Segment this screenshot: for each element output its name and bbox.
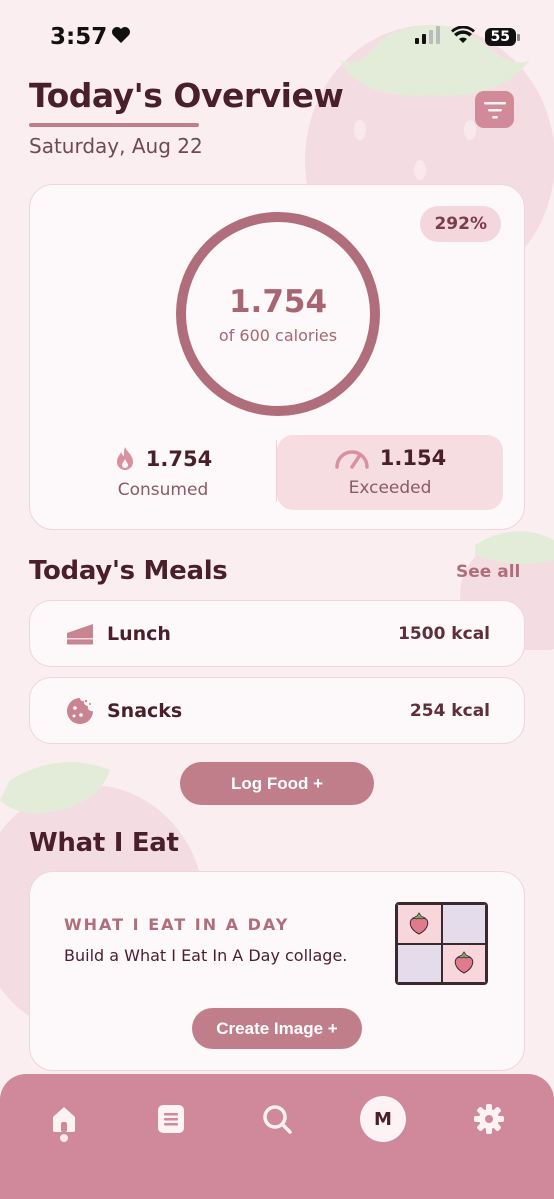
collage-cell xyxy=(441,904,486,944)
collage-card-description: Build a What I Eat In A Day collage. xyxy=(64,946,348,965)
collage-card-heading: WHAT I EAT IN A DAY xyxy=(64,915,290,934)
status-time: 3:57 xyxy=(50,24,131,50)
meal-name: Lunch xyxy=(107,622,171,645)
what-i-eat-section-title: What I Eat xyxy=(29,828,179,858)
percent-badge: 292% xyxy=(420,206,501,242)
status-icons: 55 xyxy=(414,25,521,48)
log-food-button[interactable]: Log Food + xyxy=(180,762,374,805)
bottom-tab-bar: M xyxy=(0,1074,554,1199)
exceeded-label: Exceeded xyxy=(348,478,432,498)
clock: 3:57 xyxy=(50,24,108,50)
collage-cell xyxy=(441,943,486,983)
consumed-label: Consumed xyxy=(117,480,209,500)
cookie-icon xyxy=(65,696,95,726)
strawberry-icon xyxy=(454,951,473,974)
calorie-progress-ring: 1.754 of 600 calories xyxy=(176,212,380,416)
wifi-icon xyxy=(450,25,475,48)
home-icon xyxy=(53,1107,75,1132)
collage-cell xyxy=(397,943,442,983)
search-icon xyxy=(263,1105,292,1134)
create-image-button[interactable]: Create Image + xyxy=(192,1008,362,1049)
meal-kcal: 254 kcal xyxy=(409,700,490,721)
tab-search[interactable] xyxy=(253,1095,301,1143)
avatar: M xyxy=(360,1096,406,1142)
tab-log[interactable] xyxy=(147,1095,195,1143)
exceeded-value: 1.154 xyxy=(379,446,447,470)
filter-button[interactable] xyxy=(475,91,514,128)
consumed-stat: 1.754 Consumed xyxy=(50,435,276,510)
consumed-value: 1.754 xyxy=(145,447,213,471)
collage-preview-image xyxy=(395,902,488,985)
tab-settings[interactable] xyxy=(465,1095,513,1143)
meal-name: Snacks xyxy=(107,699,183,722)
calorie-overview-card: 292% 1.754 of 600 calories 1.754 Consume… xyxy=(29,184,525,530)
calorie-goal-text: of 600 calories xyxy=(218,325,338,345)
gauge-icon xyxy=(335,450,369,469)
title-underline xyxy=(29,123,199,127)
list-icon xyxy=(158,1105,184,1133)
settings-icon xyxy=(474,1104,504,1134)
page-title: Today's Overview xyxy=(29,76,344,115)
filter-icon xyxy=(483,101,506,118)
meals-section-title: Today's Meals xyxy=(29,556,228,586)
meal-kcal: 1500 kcal xyxy=(398,623,490,644)
heart-icon xyxy=(111,24,131,50)
signal-icon xyxy=(414,26,441,48)
cake-slice-icon xyxy=(65,619,95,649)
active-tab-indicator xyxy=(60,1134,68,1142)
tab-profile[interactable]: M xyxy=(359,1095,407,1143)
flame-icon xyxy=(116,447,133,470)
exceeded-stat: 1.154 Exceeded xyxy=(277,435,503,510)
status-bar: 3:57 55 xyxy=(0,0,554,74)
meal-item-snacks[interactable]: Snacks 254 kcal xyxy=(29,677,525,744)
meal-item-lunch[interactable]: Lunch 1500 kcal xyxy=(29,600,525,667)
see-all-link[interactable]: See all xyxy=(456,562,520,582)
calories-consumed-value: 1.754 xyxy=(228,283,328,320)
collage-cell xyxy=(397,904,442,944)
battery-indicator: 55 xyxy=(484,28,521,46)
current-date: Saturday, Aug 22 xyxy=(29,134,203,158)
strawberry-icon xyxy=(410,912,429,935)
